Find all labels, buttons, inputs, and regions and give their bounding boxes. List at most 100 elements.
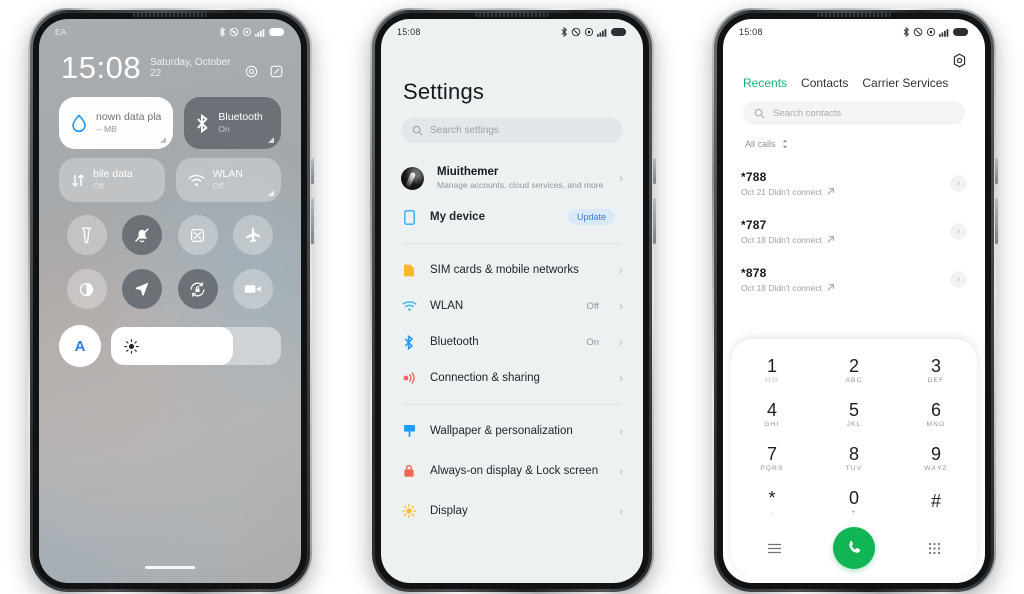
dialpad-bottom-row xyxy=(731,523,977,569)
home-indicator[interactable] xyxy=(145,566,195,569)
settings-row-bluetooth[interactable]: Bluetooth On › xyxy=(381,324,643,360)
toggle-location[interactable] xyxy=(122,269,163,309)
airplane-mode-icon xyxy=(246,227,261,243)
settings-icon[interactable] xyxy=(245,65,258,78)
status-time: 15:08 xyxy=(739,27,763,37)
menu-icon[interactable] xyxy=(761,535,787,561)
chevron-right-icon: › xyxy=(619,263,623,277)
dnd-icon xyxy=(913,27,923,37)
tile-data-plan[interactable]: nown data pla -- MB xyxy=(59,97,174,149)
chevron-right-icon: › xyxy=(619,171,623,185)
rotation-lock-icon xyxy=(190,281,205,297)
brightness-slider[interactable] xyxy=(111,327,281,365)
call-filter-label: All calls xyxy=(745,139,776,149)
key-3[interactable]: 3 DEF xyxy=(895,349,977,391)
chevron-right-icon: › xyxy=(619,371,623,385)
call-button[interactable] xyxy=(833,527,875,569)
account-row[interactable]: Miuithemer Manage accounts, cloud servic… xyxy=(381,157,643,199)
key-7[interactable]: 7 PQRS xyxy=(731,437,813,479)
status-icons xyxy=(561,27,627,37)
dialpad-keys: 1 ⚇⚇ 2 ABC 3 DEF 4 GHI 5 JKL 6 MNO 7 PQRS 8 TUV … xyxy=(731,349,977,523)
key-6[interactable]: 6 MNO xyxy=(895,393,977,435)
toggle-airplane-mode[interactable] xyxy=(233,215,274,255)
key-star[interactable]: *, xyxy=(731,481,813,523)
call-filter[interactable]: All calls xyxy=(745,139,789,149)
tile-title: WLAN xyxy=(212,168,243,180)
call-icon xyxy=(848,540,860,553)
status-bar: EA xyxy=(39,19,301,45)
key-5[interactable]: 5 JKL xyxy=(813,393,895,435)
call-list-item[interactable]: *787 Oct 18 Didn't connect › xyxy=(723,207,985,255)
search-placeholder: Search contacts xyxy=(773,107,842,119)
clock-row: 15:08 Saturday, October 22 xyxy=(61,52,283,83)
key-8[interactable]: 8 TUV xyxy=(813,437,895,479)
tile-expand-corner[interactable] xyxy=(268,190,274,196)
chevron-right-icon: › xyxy=(619,299,623,313)
tile-bluetooth[interactable]: Bluetooth On xyxy=(184,97,281,149)
settings-row-connection-sharing[interactable]: Connection & sharing › xyxy=(381,360,643,396)
tab-carrier-services[interactable]: Carrier Services xyxy=(862,76,948,90)
volume-button[interactable] xyxy=(653,158,656,184)
phone-dialer: 15:08 Recents Contacts Carrier Services xyxy=(712,8,998,594)
settings-row-wallpaper[interactable]: Wallpaper & personalization › xyxy=(381,413,643,449)
tile-mobile-data[interactable]: bile data Off xyxy=(59,158,165,202)
wifi-icon xyxy=(187,174,205,186)
dialer-tabs: Recents Contacts Carrier Services xyxy=(743,76,971,90)
silent-mode-icon xyxy=(135,228,150,243)
settings-row-value: Off xyxy=(586,300,600,312)
volume-button[interactable] xyxy=(311,158,314,184)
key-2[interactable]: 2 ABC xyxy=(813,349,895,391)
key-hash[interactable]: # xyxy=(895,481,977,523)
settings-row-sim-cards[interactable]: SIM cards & mobile networks › xyxy=(381,252,643,288)
call-list-item[interactable]: *788 Oct 21 Didn't connect › xyxy=(723,159,985,207)
tile-title: Bluetooth xyxy=(218,111,263,123)
outgoing-call-icon xyxy=(827,236,834,243)
power-button[interactable] xyxy=(311,198,314,244)
toggle-silent-mode[interactable] xyxy=(122,215,163,255)
account-name: Miuithemer xyxy=(437,166,499,178)
auto-brightness-button[interactable]: A xyxy=(59,325,101,367)
toggle-flashlight[interactable] xyxy=(66,215,107,255)
search-settings-field[interactable]: Search settings xyxy=(401,118,623,143)
settings-row-display[interactable]: Display › xyxy=(381,493,643,529)
vpn-icon xyxy=(584,27,594,37)
key-letters: PQRS xyxy=(760,464,784,472)
update-badge[interactable]: Update xyxy=(567,209,615,225)
settings-row-wlan[interactable]: WLAN Off › xyxy=(381,288,643,324)
keypad-icon[interactable] xyxy=(921,535,947,561)
toggle-rotation-lock[interactable] xyxy=(177,269,218,309)
page-title: Settings xyxy=(403,79,485,104)
tab-contacts[interactable]: Contacts xyxy=(801,76,848,90)
toggle-screenshot[interactable] xyxy=(177,215,218,255)
power-button[interactable] xyxy=(995,198,998,244)
tile-expand-corner[interactable] xyxy=(160,137,167,143)
toggle-screen-recorder[interactable] xyxy=(233,269,274,309)
key-digit: 0 xyxy=(848,487,859,508)
search-contacts-field[interactable]: Search contacts xyxy=(743,101,965,125)
chevron-right-icon[interactable]: › xyxy=(950,222,967,240)
call-detail: Oct 21 Didn't connect xyxy=(741,186,822,197)
tab-recents[interactable]: Recents xyxy=(743,76,787,90)
recent-calls-list: *788 Oct 21 Didn't connect › *787 Oct 18… xyxy=(723,159,985,303)
dnd-icon xyxy=(229,27,239,37)
settings-row-always-on-display[interactable]: Always-on display & Lock screen › xyxy=(381,449,643,493)
key-4[interactable]: 4 GHI xyxy=(731,393,813,435)
power-button[interactable] xyxy=(653,198,656,244)
tile-wlan[interactable]: WLAN Off xyxy=(175,158,281,202)
key-digit: 8 xyxy=(848,443,859,464)
key-0[interactable]: 0 + xyxy=(813,481,895,523)
toggle-dark-mode[interactable] xyxy=(66,269,107,309)
chevron-right-icon[interactable]: › xyxy=(950,174,967,192)
call-list-item[interactable]: *878 Oct 18 Didn't connect › xyxy=(723,255,985,303)
chevron-right-icon[interactable]: › xyxy=(950,270,967,288)
settings-row-my-device[interactable]: My device Update xyxy=(381,199,643,235)
key-1[interactable]: 1 ⚇⚇ xyxy=(731,349,813,391)
edit-icon[interactable] xyxy=(270,65,283,78)
volume-button[interactable] xyxy=(995,158,998,184)
clock-actions xyxy=(245,65,283,82)
search-icon xyxy=(412,125,423,136)
gear-icon[interactable] xyxy=(952,53,967,73)
tile-expand-corner[interactable] xyxy=(268,137,274,143)
key-9[interactable]: 9 WXYZ xyxy=(895,437,977,479)
key-digit: 7 xyxy=(766,443,777,464)
